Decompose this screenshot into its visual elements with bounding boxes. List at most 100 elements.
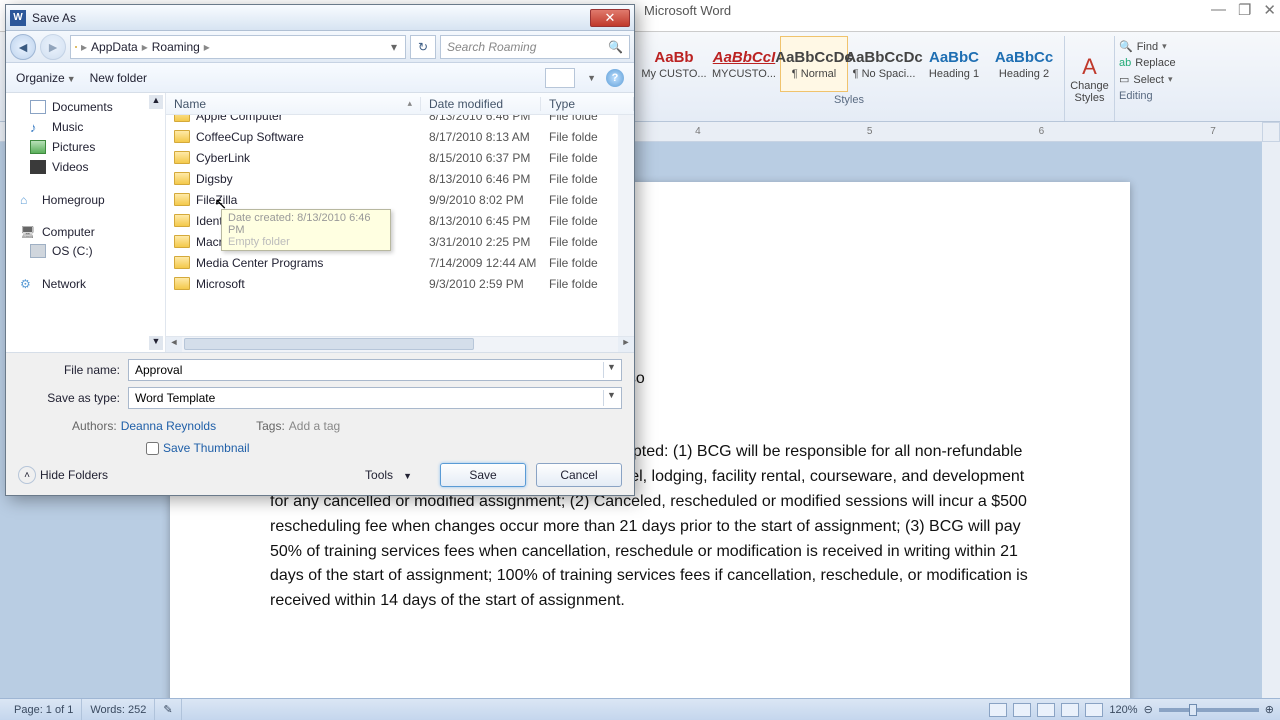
style-nospaci[interactable]: AaBbCcDc¶ No Spaci...	[850, 36, 918, 92]
nav-videos[interactable]: Videos	[6, 157, 165, 177]
search-input[interactable]: Search Roaming 🔍	[440, 35, 630, 59]
filename-input[interactable]: Approval▼	[128, 359, 622, 381]
tools-button[interactable]: Tools ▼	[365, 468, 412, 482]
status-words[interactable]: Words: 252	[82, 699, 155, 720]
folder-icon	[174, 214, 190, 227]
dialog-title: Save As	[32, 11, 76, 25]
view-print-layout[interactable]	[989, 703, 1007, 717]
file-row[interactable]: FileZilla9/9/2010 8:02 PMFile folde	[166, 189, 634, 210]
nav-computer[interactable]: 🖥Computer	[6, 219, 165, 241]
pictures-icon	[30, 140, 46, 154]
view-full-screen[interactable]	[1013, 703, 1031, 717]
zoom-in-button[interactable]: ⊕	[1265, 703, 1274, 716]
dialog-toolbar: Organize▼ New folder ▼ ?	[6, 63, 634, 93]
nav-pictures[interactable]: Pictures	[6, 137, 165, 157]
minimize-icon[interactable]: —	[1211, 1, 1226, 19]
folder-icon	[174, 256, 190, 269]
new-folder-button[interactable]: New folder	[90, 71, 147, 85]
find-button[interactable]: 🔍Find▾	[1119, 38, 1201, 55]
views-button[interactable]	[545, 68, 575, 88]
navpane-scroll-up[interactable]: ▲	[149, 95, 163, 109]
help-button[interactable]: ?	[606, 69, 624, 87]
save-thumbnail-checkbox[interactable]	[146, 442, 159, 455]
nav-pane: Documents♪MusicPicturesVideos ⌂Homegroup…	[6, 93, 166, 352]
nav-music[interactable]: ♪Music	[6, 117, 165, 137]
status-proofing-icon[interactable]: ✎	[155, 699, 181, 720]
computer-icon: 🖥	[20, 225, 36, 239]
breadcrumb-dropdown[interactable]: ▾	[387, 40, 401, 54]
dialog-close-button[interactable]: ✕	[590, 9, 630, 27]
network-icon: ⚙	[20, 277, 36, 291]
back-button[interactable]: ◄	[10, 34, 36, 60]
select-button[interactable]: ▭Select▾	[1119, 71, 1201, 88]
vertical-scrollbar[interactable]	[1262, 142, 1280, 698]
nav-drive-c[interactable]: OS (C:)	[6, 241, 165, 261]
zoom-level[interactable]: 120%	[1109, 704, 1137, 716]
breadcrumb-appdata[interactable]: AppData	[91, 40, 138, 54]
select-icon: ▭	[1119, 73, 1129, 86]
nav-homegroup[interactable]: ⌂Homegroup	[6, 187, 165, 209]
authors-value[interactable]: Deanna Reynolds	[121, 419, 216, 433]
refresh-button[interactable]: ↻	[410, 35, 436, 59]
style-heading2[interactable]: AaBbCcHeading 2	[990, 36, 1058, 92]
navpane-scroll-down[interactable]: ▼	[149, 336, 163, 350]
col-name[interactable]: Name	[174, 97, 206, 111]
folder-icon	[174, 115, 190, 122]
authors-label: Authors:	[72, 419, 117, 433]
view-draft[interactable]	[1085, 703, 1103, 717]
close-icon[interactable]: ✕	[1263, 1, 1276, 19]
views-dropdown-icon[interactable]: ▼	[587, 73, 596, 83]
status-page[interactable]: Page: 1 of 1	[6, 699, 82, 720]
file-row[interactable]: Microsoft9/3/2010 2:59 PMFile folde	[166, 273, 634, 294]
view-web-layout[interactable]	[1037, 703, 1055, 717]
dialog-nav-bar: ◄ ► ▸ AppData ▸ Roaming ▸ ▾ ↻ Search Roa…	[6, 31, 634, 63]
file-row[interactable]: Media Center Programs7/14/2009 12:44 AMF…	[166, 252, 634, 273]
dialog-titlebar[interactable]: W Save As ✕	[6, 5, 634, 31]
documents-icon	[30, 100, 46, 114]
style-normal[interactable]: AaBbCcDc¶ Normal	[780, 36, 848, 92]
videos-icon	[30, 160, 46, 174]
replace-button[interactable]: abReplace	[1119, 55, 1201, 71]
file-row[interactable]: CoffeeCup Software8/17/2010 8:13 AMFile …	[166, 126, 634, 147]
restore-icon[interactable]: ❐	[1238, 1, 1251, 19]
col-type[interactable]: Type	[541, 97, 634, 111]
ruler-toggle[interactable]	[1262, 122, 1280, 142]
forward-button[interactable]: ►	[40, 34, 66, 60]
cancel-button[interactable]: Cancel	[536, 463, 622, 487]
save-button[interactable]: Save	[440, 463, 526, 487]
file-list-header[interactable]: Name ▴ Date modified Type	[166, 93, 634, 115]
organize-button[interactable]: Organize▼	[16, 71, 76, 85]
zoom-slider[interactable]	[1159, 708, 1259, 712]
search-icon: 🔍	[608, 40, 623, 54]
breadcrumb[interactable]: ▸ AppData ▸ Roaming ▸ ▾	[70, 35, 406, 59]
folder-icon	[174, 130, 190, 143]
file-row[interactable]: Digsby8/13/2010 6:46 PMFile folde	[166, 168, 634, 189]
sort-indicator-icon: ▴	[407, 98, 412, 109]
style-mycusto[interactable]: AaBbCcIMYCUSTO...	[710, 36, 778, 92]
saveastype-dropdown-icon[interactable]: ▼	[603, 390, 619, 406]
tags-input[interactable]: Add a tag	[289, 419, 340, 433]
music-icon: ♪	[30, 120, 46, 134]
hide-folders-button[interactable]: ˄ Hide Folders	[18, 466, 108, 484]
folder-icon	[174, 193, 190, 206]
breadcrumb-roaming[interactable]: Roaming	[152, 40, 200, 54]
word-icon: W	[10, 10, 26, 26]
file-row[interactable]: CyberLink8/15/2010 6:37 PMFile folde	[166, 147, 634, 168]
filename-dropdown-icon[interactable]: ▼	[603, 362, 619, 378]
saveastype-select[interactable]: Word Template▼	[128, 387, 622, 409]
col-date[interactable]: Date modified	[421, 97, 541, 111]
file-row[interactable]: Apple Computer8/13/2010 6:46 PMFile fold…	[166, 115, 634, 126]
nav-documents[interactable]: Documents	[6, 97, 165, 117]
find-icon: 🔍	[1119, 40, 1133, 53]
view-outline[interactable]	[1061, 703, 1079, 717]
file-list-vscroll[interactable]	[618, 115, 634, 336]
style-heading1[interactable]: AaBbCHeading 1	[920, 36, 988, 92]
file-list-hscroll[interactable]: ◄►	[166, 336, 634, 352]
zoom-out-button[interactable]: ⊖	[1144, 703, 1153, 716]
word-title: Microsoft Word	[644, 3, 731, 18]
styles-group-label: Styles	[640, 92, 1058, 108]
change-styles-button[interactable]: A Change Styles	[1065, 36, 1115, 121]
nav-network[interactable]: ⚙Network	[6, 271, 165, 293]
style-mycusto[interactable]: AaBbMy CUSTO...	[640, 36, 708, 92]
save-as-dialog: W Save As ✕ ◄ ► ▸ AppData ▸ Roaming ▸ ▾ …	[5, 4, 635, 496]
